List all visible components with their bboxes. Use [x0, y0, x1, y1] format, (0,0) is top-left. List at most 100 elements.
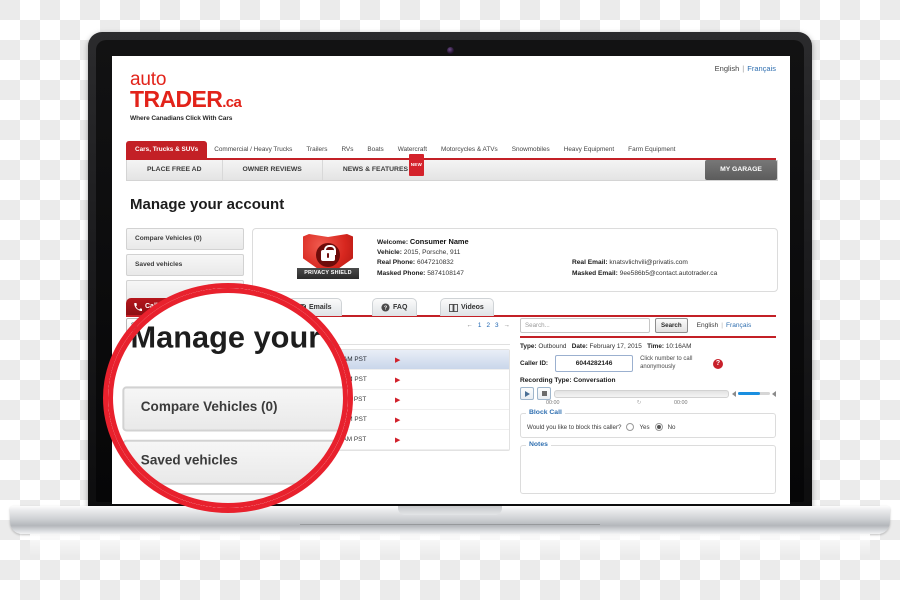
sidebar-item-saved-vehicles[interactable]: Saved vehicles [122, 439, 348, 485]
subnav-item-2[interactable]: NEWS & FEATURES NEW [321, 154, 428, 180]
block-no-label: No [667, 423, 676, 431]
recording-type: Recording Type: Conversation [520, 377, 616, 384]
notes-section[interactable]: Notes [520, 441, 776, 494]
svg-text:?: ? [384, 306, 387, 312]
mainnav-item-9[interactable]: Farm Equipment [621, 141, 682, 158]
account-summary: Welcome: Consumer Name Vehicle: 2015, Po… [377, 237, 767, 280]
tab-faq[interactable]: ? FAQ [372, 298, 418, 316]
volume-control[interactable] [732, 390, 776, 397]
pagination-page-3[interactable]: 3 [495, 322, 499, 329]
magnifier-content: English|Français auto TRADER.ca Where Ca… [108, 288, 348, 508]
stop-icon[interactable] [537, 387, 551, 400]
block-call-section: Block Call Would you like to block this … [520, 409, 776, 438]
masked-phone-label: Masked Phone: [377, 269, 426, 277]
vehicle-value: 2015, Porsche, 911 [403, 249, 461, 257]
call-meta: Type: Outbound Date: February 17, 2015 T… [520, 343, 776, 350]
pagination-next[interactable]: → [504, 322, 510, 329]
search-bar: Search... Search English | Français [520, 317, 776, 333]
pagination-page-2[interactable]: 2 [486, 322, 490, 329]
mainnav-item-8[interactable]: Heavy Equipment [557, 141, 621, 158]
play-recording-icon[interactable]: ▶ [395, 396, 400, 404]
block-call-question-row: Would you like to block this caller? Yes… [527, 423, 769, 431]
block-yes-label: Yes [639, 423, 650, 431]
mainnav-item-7[interactable]: Snowmobiles [505, 141, 557, 158]
audio-elapsed: 00:00 [546, 400, 560, 406]
mainnav-item-3[interactable]: RVs [334, 141, 360, 158]
block-no-radio[interactable] [654, 423, 663, 431]
subnav-item-1[interactable]: OWNER REVIEWS [221, 160, 322, 180]
language-english-link[interactable]: English [715, 64, 740, 73]
play-recording-icon[interactable]: ▶ [395, 376, 400, 384]
audio-player [520, 387, 776, 400]
date-label: Date: [571, 343, 588, 350]
language-french-link-inline[interactable]: Français [726, 322, 751, 329]
laptop-base-reflection [30, 534, 870, 556]
help-icon[interactable]: ? [713, 358, 724, 369]
vehicle-label: Vehicle: [377, 249, 402, 257]
pagination-prev[interactable]: ← [467, 322, 473, 329]
loop-icon[interactable]: ↻ [604, 400, 674, 406]
mainnav-item-4[interactable]: Boats [360, 141, 390, 158]
masked-email-value: 9ee586b5@contact.autotrader.ca [619, 269, 718, 277]
welcome-label: Welcome: [377, 239, 409, 246]
logo-tld-text: .ca [222, 94, 242, 111]
type-value: Outbound [538, 343, 567, 350]
notes-legend: Notes [526, 441, 551, 448]
account-sidebar: Compare Vehicles (0) Saved vehicles [122, 386, 348, 508]
mainnav-item-6[interactable]: Motorcycles & ATVs [434, 141, 505, 158]
search-input[interactable]: Search... [520, 317, 650, 333]
caller-id-label: Caller ID: [520, 360, 549, 367]
type-label: Type: [520, 343, 537, 350]
privacy-shield-icon: PRIVACY SHIELD [297, 234, 359, 286]
autotrader-logo[interactable]: auto TRADER.ca Where Canadians Click Wit… [130, 70, 242, 122]
tab-videos[interactable]: Videos [440, 298, 494, 316]
sidebar-item-extra[interactable] [122, 493, 348, 508]
mainnav-item-1[interactable]: Commercial / Heavy Trucks [207, 141, 299, 158]
my-garage-button[interactable]: MY GARAGE [705, 160, 777, 180]
block-call-legend: Block Call [526, 409, 565, 416]
main-navigation: Cars, Trucks & SUVs Commercial / Heavy Tr… [126, 141, 776, 160]
subnav-item-0[interactable]: PLACE FREE AD [127, 160, 222, 180]
play-recording-icon[interactable]: ▶ [395, 356, 400, 364]
autotrader-page: English|Français auto TRADER.ca Where Ca… [108, 288, 348, 508]
search-button[interactable]: Search [655, 317, 688, 333]
play-recording-icon[interactable]: ▶ [395, 416, 400, 424]
subnav-item-label-0: PLACE FREE AD [147, 166, 202, 173]
sidebar-item-saved-vehicles[interactable]: Saved vehicles [126, 254, 244, 276]
play-icon[interactable] [520, 387, 534, 400]
audio-scrubber[interactable] [554, 389, 729, 398]
language-separator: | [742, 64, 745, 73]
caller-id-row: Caller ID: 6044282146 Click number to ca… [520, 355, 776, 372]
speaker-icon [732, 390, 736, 397]
privacy-shield-panel: PRIVACY SHIELD Welcome: Consumer Name Ve… [252, 228, 778, 292]
subnav-item-label-2: NEWS & FEATURES [342, 166, 409, 173]
mainnav-item-2[interactable]: Trailers [299, 141, 334, 158]
logo-tagline: Where Canadians Click With Cars [130, 115, 233, 122]
pagination-page-1[interactable]: 1 [478, 322, 482, 329]
volume-slider[interactable] [738, 392, 770, 395]
real-email-value: knatsvlichvili@privatis.com [609, 259, 688, 267]
subnav-item-label-1: OWNER REVIEWS [242, 166, 302, 173]
block-yes-radio[interactable] [626, 423, 635, 431]
caller-id-value[interactable]: 6044282146 [555, 355, 634, 372]
secondary-navigation: PLACE FREE AD OWNER REVIEWS NEWS & FEATURE… [126, 154, 778, 181]
speaker-max-icon [772, 390, 776, 397]
new-badge: NEW [408, 154, 425, 176]
mainnav-item-0[interactable]: Cars, Trucks & SUVs [126, 141, 208, 158]
sidebar-item-compare-vehicles[interactable]: Compare Vehicles (0) [122, 386, 348, 432]
question-icon: ? [381, 303, 390, 312]
welcome-value: Consumer Name [409, 237, 469, 246]
real-phone-label: Real Phone: [377, 259, 416, 267]
language-switcher-inline[interactable]: English | Français [697, 322, 752, 329]
time-label: Time: [647, 343, 665, 350]
audio-duration: 00:00 [674, 400, 688, 406]
real-email-label: Real Email: [572, 259, 608, 267]
magnifier-lens: English|Français auto TRADER.ca Where Ca… [108, 288, 348, 508]
play-recording-icon[interactable]: ▶ [395, 436, 400, 444]
language-switcher-top[interactable]: English | Français [715, 64, 776, 73]
tab-faq-label: FAQ [393, 304, 408, 311]
language-separator-inline: | [721, 321, 723, 329]
sidebar-item-compare-vehicles[interactable]: Compare Vehicles (0) [126, 228, 244, 250]
language-english-link-inline[interactable]: English [697, 322, 719, 329]
language-french-link[interactable]: Français [747, 64, 776, 73]
